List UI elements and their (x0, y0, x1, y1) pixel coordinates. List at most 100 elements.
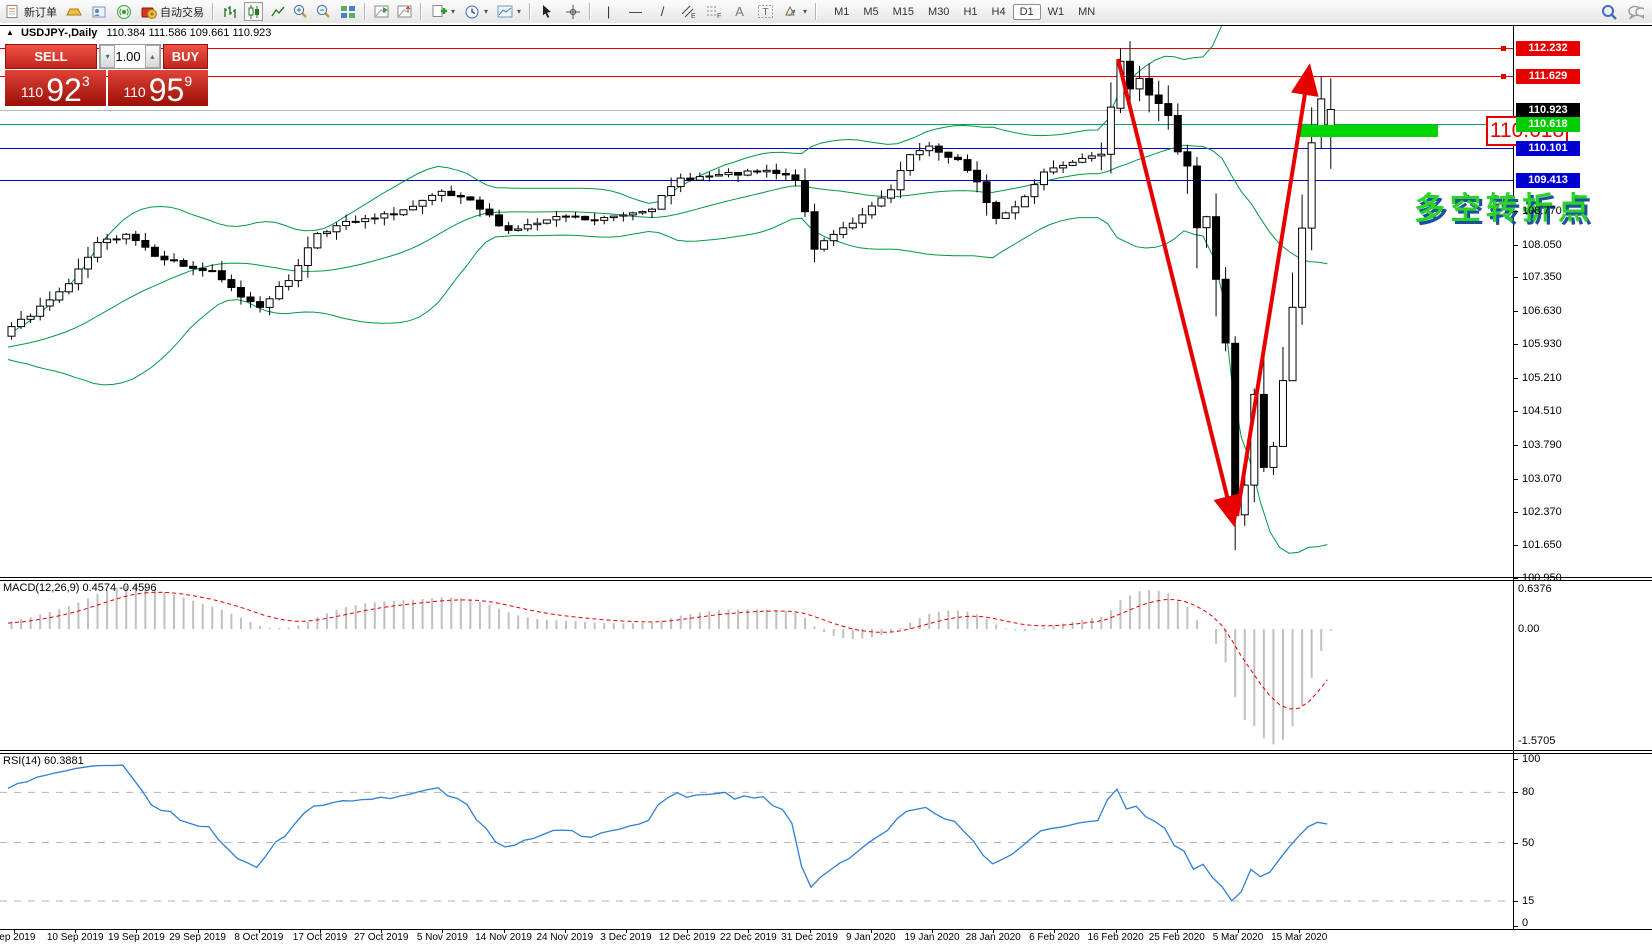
timeframe-m30[interactable]: M30 (921, 4, 956, 20)
templates-button[interactable]: ▾ (492, 1, 525, 22)
vertical-line-tool-icon[interactable]: | (600, 3, 617, 20)
rsi-scale-0: 0 (1522, 917, 1529, 929)
price-badge-111.629: 111.629 (1516, 69, 1580, 84)
gold-ingot-icon[interactable] (65, 3, 82, 20)
crosshair-icon[interactable] (564, 3, 581, 20)
chart-window[interactable]: ▲ USDJPY-,Daily 110.384 111.586 109.661 … (0, 23, 1652, 949)
tile-windows-icon[interactable] (339, 3, 356, 20)
date-tickmark (809, 929, 811, 933)
dropdown-caret: ▾ (451, 7, 456, 16)
timeframe-d1[interactable]: D1 (1012, 3, 1041, 20)
hline-handle[interactable] (1501, 46, 1506, 51)
cursor-icon[interactable] (539, 3, 556, 20)
label-tool-icon[interactable]: T (757, 3, 774, 20)
indicators-button[interactable]: ▾ (426, 1, 459, 22)
volume-input[interactable]: 1.00 (115, 45, 144, 68)
panel-separator (0, 580, 1652, 581)
price-tickmark (1513, 445, 1518, 446)
panel-separator[interactable] (0, 577, 1652, 578)
buy-price[interactable]: 110 95 9 (107, 70, 208, 108)
price-tick-103.070: 103.070 (1522, 473, 1562, 485)
candlestick-type-icon[interactable] (244, 2, 263, 21)
clock-icon (463, 3, 480, 20)
chat-icon[interactable] (1627, 3, 1644, 20)
volume-increase-button[interactable]: ▴ (144, 45, 160, 68)
timeframe-m5[interactable]: M5 (856, 4, 885, 20)
date-label: 5 Mar 2020 (1212, 932, 1264, 943)
hline-handle[interactable] (1501, 74, 1506, 79)
date-tickmark (1238, 929, 1239, 933)
date-label: Sep 2019 (0, 932, 36, 943)
channel-tool-icon[interactable]: E (680, 3, 697, 20)
panel-separator[interactable] (0, 750, 1652, 751)
toolbar-separator (589, 3, 592, 20)
price-tick-103.790: 103.790 (1522, 439, 1562, 451)
buy-price-pips: 95 (148, 72, 185, 108)
shapes-tool-icon (782, 3, 799, 20)
date-tickmark (136, 929, 138, 933)
price-tick-107.350: 107.350 (1522, 271, 1562, 283)
rsi-scale-80: 80 (1522, 786, 1535, 799)
horizontal-line-tool-icon[interactable]: — (627, 3, 644, 20)
periods-button[interactable]: ▾ (459, 1, 492, 22)
timeframe-h4[interactable]: H4 (985, 4, 1013, 20)
date-label: 17 Oct 2019 (292, 932, 348, 943)
toolbar-separator (212, 3, 214, 20)
timeframe-group: M1 M5 M15 M30 H1 H4 D1 W1 MN (827, 3, 1102, 20)
date-label: 5 Nov 2019 (416, 932, 468, 943)
autotrading-icon (140, 3, 157, 20)
signal-icon[interactable] (115, 3, 132, 20)
price-tickmark (1513, 378, 1518, 379)
chart-title[interactable]: ▲ USDJPY-,Daily 110.384 111.586 109.661 … (6, 27, 271, 39)
toolbar-right-group (1600, 3, 1644, 20)
timeframe-m1[interactable]: M1 (827, 4, 856, 20)
svg-text:T: T (763, 7, 769, 18)
text-tool-icon[interactable]: A (731, 3, 748, 20)
sell-price-point: 3 (81, 73, 90, 89)
rsi-tickmark (1513, 901, 1518, 902)
sell-price[interactable]: 110 92 3 (5, 70, 106, 106)
sell-button[interactable]: SELL (5, 44, 97, 69)
date-label: 14 Nov 2019 (475, 932, 532, 943)
date-label: 16 Feb 2020 (1087, 932, 1144, 943)
arrows-tool-button[interactable]: ▾ (778, 1, 811, 22)
date-tickmark (932, 929, 933, 933)
rsi-tickmark (1513, 792, 1518, 793)
profile-chart-icon[interactable] (90, 3, 107, 20)
date-tickmark (1115, 929, 1117, 933)
chart-forward-icon[interactable] (373, 3, 390, 20)
macd-scale-zero: 0.00 (1518, 623, 1540, 636)
timeframe-m15[interactable]: M15 (886, 4, 921, 20)
buy-price-point: 9 (184, 73, 193, 89)
price-tick-104.510: 104.510 (1522, 405, 1562, 417)
timeframe-mn[interactable]: MN (1071, 4, 1102, 20)
chart-shift-icon[interactable] (396, 3, 413, 20)
line-chart-type-icon[interactable] (269, 3, 286, 20)
date-tickmark (1054, 929, 1056, 933)
zoom-out-icon[interactable] (315, 3, 332, 20)
timeframe-w1[interactable]: W1 (1041, 4, 1072, 20)
new-order-button[interactable]: 新订单 (0, 1, 61, 22)
buy-button[interactable]: BUY (163, 44, 208, 69)
dropdown-caret: ▾ (803, 7, 808, 16)
date-label: 22 Dec 2019 (720, 932, 777, 943)
trendline-tool-icon[interactable]: / (654, 3, 671, 20)
collapse-arrow-icon[interactable]: ▲ (6, 28, 14, 37)
autotrading-button[interactable]: 自动交易 (136, 1, 208, 22)
zoom-in-icon[interactable] (292, 3, 309, 20)
fibonacci-tool-icon[interactable]: F (705, 3, 722, 20)
svg-text:F: F (717, 13, 721, 19)
date-label: 28 Jan 2020 (965, 932, 1021, 943)
macd-label: MACD(12,26,9) 0.4574 -0.4596 (3, 582, 157, 594)
turning-point-annotation[interactable]: 多空转折点 (1414, 183, 1594, 228)
price-tickmark (1513, 512, 1518, 513)
volume-decrease-button[interactable]: ▾ (100, 45, 116, 68)
rsi-scale-15: 15 (1522, 894, 1535, 907)
search-icon[interactable] (1600, 3, 1617, 20)
bar-chart-type-icon[interactable] (221, 3, 238, 20)
price-tickmark (1513, 211, 1518, 212)
new-order-icon (4, 3, 21, 20)
timeframe-h1[interactable]: H1 (956, 4, 984, 20)
sell-price-whole: 110 (20, 84, 44, 100)
dropdown-caret: ▾ (517, 7, 522, 16)
